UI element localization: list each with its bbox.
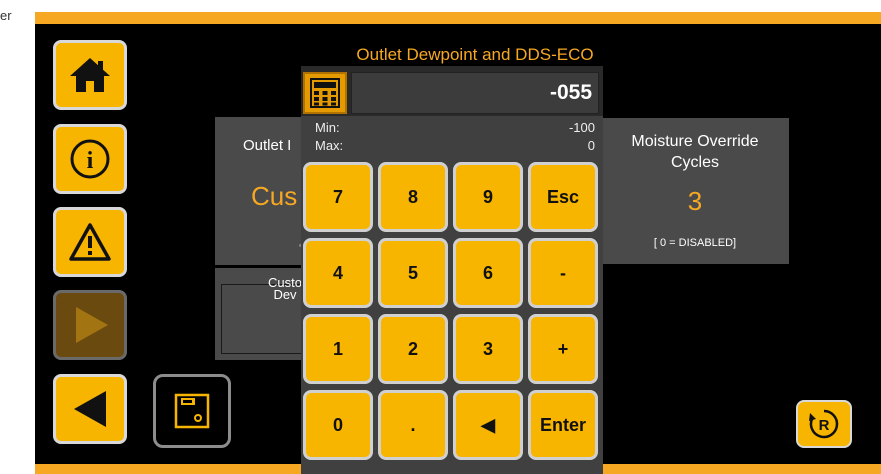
- key-minus[interactable]: -: [528, 238, 598, 308]
- home-icon: [70, 58, 110, 92]
- moisture-label-line1: Moisture Override: [631, 133, 759, 150]
- key-8[interactable]: 8: [378, 162, 448, 232]
- top-stripe: [35, 12, 881, 24]
- calculator-icon: [303, 72, 347, 114]
- reset-r-icon: R: [809, 409, 839, 439]
- outlet-panel-value: Cus: [251, 181, 298, 211]
- svg-text:i: i: [87, 148, 94, 174]
- key-7[interactable]: 7: [303, 162, 373, 232]
- key-decimal[interactable]: .: [378, 390, 448, 460]
- key-4[interactable]: 4: [303, 238, 373, 308]
- warning-icon: [69, 223, 111, 261]
- back-button[interactable]: [53, 374, 127, 444]
- outlet-panel-label: Outlet I: [243, 137, 292, 154]
- key-5[interactable]: 5: [378, 238, 448, 308]
- page-title: Outlet Dewpoint and DDS-ECO: [356, 45, 594, 64]
- corner-text: er: [0, 8, 12, 23]
- moisture-override-label: Moisture Override Cycles: [601, 131, 789, 173]
- keypad-display-value: -055: [549, 81, 592, 104]
- key-esc[interactable]: Esc: [528, 162, 598, 232]
- key-9[interactable]: 9: [453, 162, 523, 232]
- key-plus[interactable]: +: [528, 314, 598, 384]
- play-icon: [76, 307, 108, 343]
- key-0[interactable]: 0: [303, 390, 373, 460]
- key-backspace[interactable]: ◀: [453, 390, 523, 460]
- save-button[interactable]: [153, 374, 231, 448]
- max-value: 0: [587, 138, 595, 153]
- numeric-keypad: -055 Min: -100 Max: 0 7 8 9 Esc 4 5 6 - …: [301, 66, 603, 474]
- min-label: Min:: [315, 120, 340, 135]
- back-arrow-icon: [74, 391, 106, 427]
- moisture-override-note: [ 0 = DISABLED]: [653, 237, 737, 249]
- keypad-display: -055: [351, 72, 599, 114]
- key-6[interactable]: 6: [453, 238, 523, 308]
- hmi-screen: i R Outlet Dewpoint and DDS-ECO Outlet I…: [35, 12, 881, 474]
- key-2[interactable]: 2: [378, 314, 448, 384]
- next-button[interactable]: [53, 290, 127, 360]
- home-button[interactable]: [53, 40, 127, 110]
- key-3[interactable]: 3: [453, 314, 523, 384]
- moisture-override-value: 3: [687, 186, 703, 216]
- alarm-button[interactable]: [53, 207, 127, 277]
- moisture-override-panel[interactable]: Moisture Override Cycles 3 [ 0 = DISABLE…: [601, 118, 789, 264]
- keypad-range: Min: -100 Max: 0: [301, 118, 603, 158]
- keypad-header: -055: [301, 66, 603, 116]
- info-button[interactable]: i: [53, 124, 127, 194]
- reset-label: R: [819, 417, 830, 434]
- moisture-label-line2: Cycles: [670, 154, 719, 171]
- key-1[interactable]: 1: [303, 314, 373, 384]
- key-enter[interactable]: Enter: [528, 390, 598, 460]
- info-icon: i: [70, 139, 110, 179]
- max-label: Max:: [315, 138, 344, 153]
- min-value: -100: [568, 120, 595, 135]
- save-icon: [174, 393, 210, 429]
- reset-button[interactable]: R: [796, 400, 852, 448]
